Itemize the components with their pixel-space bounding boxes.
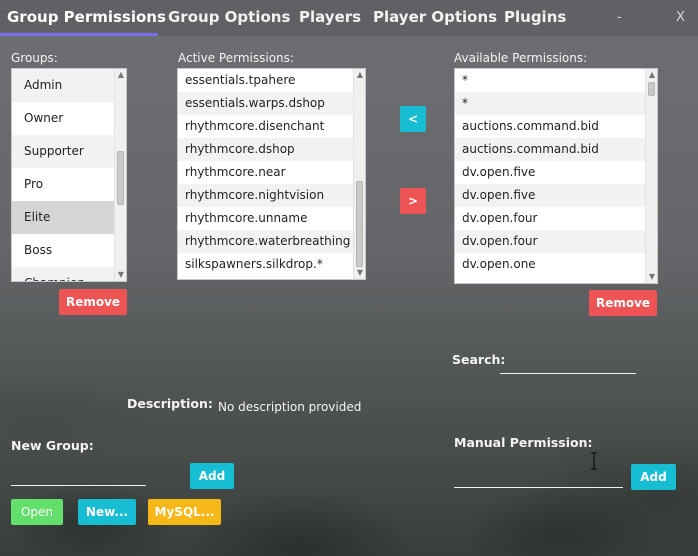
groups-scrollbar[interactable]: ▲ ▼ (114, 69, 126, 281)
list-item[interactable]: rhythmcore.nightvision (178, 184, 353, 207)
list-item[interactable]: rhythmcore.disenchant (178, 115, 353, 138)
description-text: No description provided (218, 400, 362, 414)
scroll-down-icon[interactable]: ▼ (646, 271, 657, 283)
manual-permission-input[interactable] (454, 468, 623, 488)
scroll-thumb[interactable] (356, 181, 363, 267)
mysql-button[interactable]: MySQL... (148, 499, 221, 525)
text-cursor-icon (591, 452, 597, 470)
tab-player-options[interactable]: Player Options (373, 8, 497, 26)
active-tab-indicator (0, 33, 158, 36)
description-label: Description: (127, 396, 213, 411)
new-group-label: New Group: (11, 438, 94, 453)
list-item[interactable]: Admin (12, 69, 114, 102)
remove-available-permission-button[interactable]: Remove (589, 290, 657, 316)
available-permissions-list[interactable]: * * auctions.command.bid auctions.comman… (454, 68, 658, 284)
list-item[interactable]: dv.open.five (455, 184, 645, 207)
available-permissions-label: Available Permissions: (454, 51, 588, 65)
add-permission-button[interactable]: < (400, 106, 426, 132)
active-permissions-scrollbar[interactable]: ▲ ▼ (353, 69, 365, 279)
scroll-down-icon[interactable]: ▼ (354, 267, 365, 279)
scroll-thumb[interactable] (648, 82, 655, 96)
minimize-button[interactable]: - (617, 10, 622, 25)
search-input[interactable] (500, 354, 636, 374)
close-button[interactable]: X (676, 10, 685, 25)
list-item[interactable]: essentials.warps.dshop (178, 92, 353, 115)
scroll-up-icon[interactable]: ▲ (115, 69, 126, 81)
remove-permission-button[interactable]: > (400, 188, 426, 214)
available-permissions-scrollbar[interactable]: ▲ ▼ (645, 69, 657, 283)
list-item[interactable]: dv.open.four (455, 207, 645, 230)
tab-bar: Group Permissions Group Options Players … (0, 0, 698, 36)
list-item-selected[interactable]: Elite (12, 201, 114, 234)
list-item[interactable]: auctions.command.bid (455, 115, 645, 138)
list-item[interactable]: essentials.tpahere (178, 69, 353, 92)
add-manual-permission-button[interactable]: Add (631, 464, 676, 490)
scroll-down-icon[interactable]: ▼ (115, 269, 126, 281)
active-permissions-list[interactable]: essentials.tpahere essentials.warps.dsho… (177, 68, 366, 280)
tab-plugins[interactable]: Plugins (504, 8, 566, 26)
list-item[interactable]: Owner (12, 102, 114, 135)
open-button[interactable]: Open (11, 499, 63, 525)
new-group-input[interactable] (11, 466, 146, 486)
tab-players[interactable]: Players (299, 8, 361, 26)
list-item[interactable]: Supporter (12, 135, 114, 168)
list-item[interactable]: rhythmcore.near (178, 161, 353, 184)
tab-group-permissions[interactable]: Group Permissions (7, 8, 166, 26)
list-item[interactable]: rhythmcore.dshop (178, 138, 353, 161)
list-item[interactable]: rhythmcore.unname (178, 207, 353, 230)
scroll-up-icon[interactable]: ▲ (646, 69, 657, 81)
list-item[interactable]: dv.open.five (455, 161, 645, 184)
list-item[interactable]: auctions.command.bid (455, 138, 645, 161)
list-item[interactable]: Boss (12, 234, 114, 267)
search-label: Search: (452, 352, 506, 367)
manual-permission-label: Manual Permission: (454, 435, 593, 450)
groups-list[interactable]: Admin Owner Supporter Pro Elite Boss Cha… (11, 68, 127, 282)
list-item[interactable]: rhythmcore.waterbreathing (178, 230, 353, 253)
list-item[interactable]: Pro (12, 168, 114, 201)
scroll-thumb[interactable] (117, 151, 124, 205)
groups-label: Groups: (11, 51, 58, 65)
list-item[interactable]: dv.open.one (455, 253, 645, 276)
list-item[interactable]: * (455, 69, 645, 92)
list-item[interactable]: dv.open.four (455, 230, 645, 253)
list-item[interactable]: silkspawners.silkdrop.* (178, 253, 353, 276)
list-item[interactable]: Champion (12, 267, 114, 281)
tab-group-options[interactable]: Group Options (168, 8, 290, 26)
list-item[interactable]: * (455, 92, 645, 115)
scroll-up-icon[interactable]: ▲ (354, 69, 365, 81)
remove-group-button[interactable]: Remove (59, 289, 127, 315)
new-button[interactable]: New... (78, 499, 136, 525)
active-permissions-label: Active Permissions: (178, 51, 294, 65)
add-group-button[interactable]: Add (190, 463, 234, 489)
